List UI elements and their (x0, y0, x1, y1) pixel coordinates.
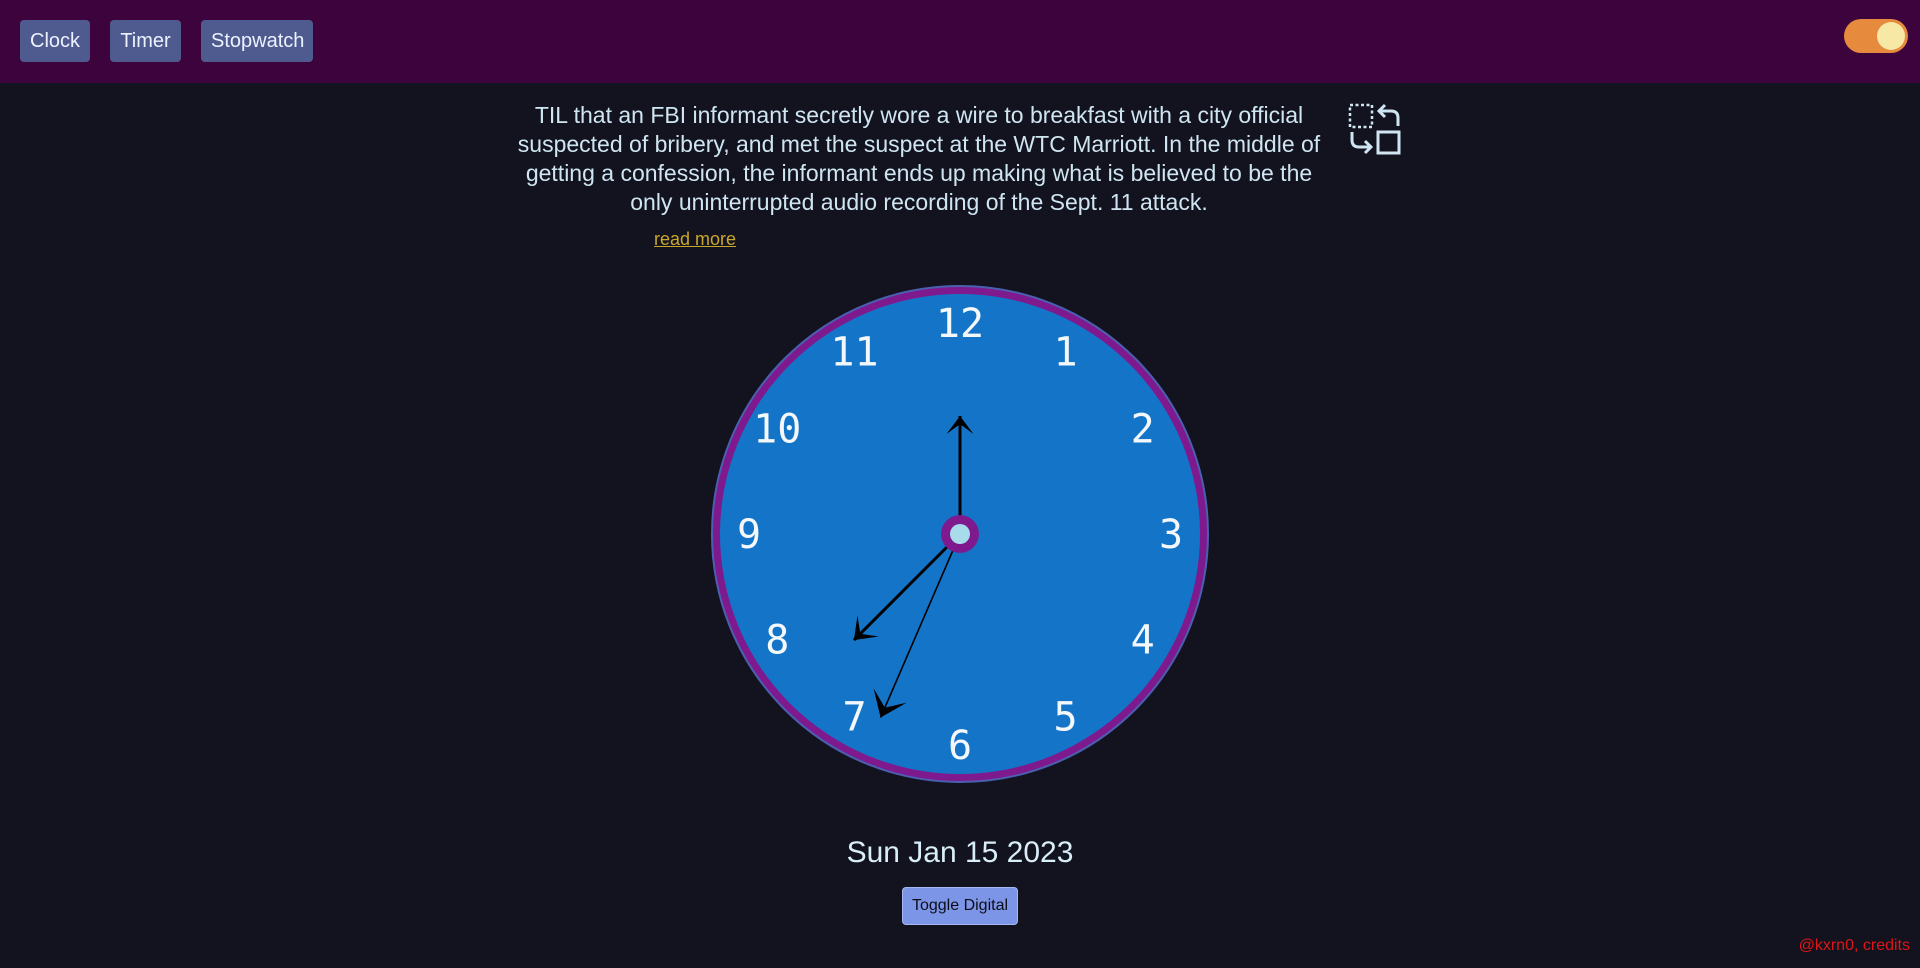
clock-center-dot (950, 524, 970, 544)
top-bar: Clock Timer Stopwatch (0, 0, 1920, 83)
clock-numeral-5: 5 (1053, 695, 1077, 741)
read-more-link[interactable]: read more (654, 229, 736, 250)
swap-layout-icon[interactable] (1348, 102, 1402, 156)
stopwatch-tab-button[interactable]: Stopwatch (201, 20, 313, 62)
clock-numeral-2: 2 (1131, 407, 1155, 453)
clock-numeral-8: 8 (765, 618, 789, 664)
clock-numeral-4: 4 (1131, 618, 1155, 664)
date-display: Sun Jan 15 2023 (846, 836, 1074, 869)
timer-tab-button[interactable]: Timer (110, 20, 181, 62)
clock-tab-button[interactable]: Clock (20, 20, 90, 62)
toggle-digital-button[interactable]: Toggle Digital (902, 887, 1018, 925)
clock-numeral-9: 9 (737, 512, 761, 558)
fact-text: TIL that an FBI informant secretly wore … (517, 102, 1321, 215)
clock-numeral-10: 10 (753, 407, 801, 453)
clock-numeral-6: 6 (948, 723, 972, 769)
analog-clock: 121234567891011 (711, 285, 1209, 783)
clock-numeral-12: 12 (936, 301, 984, 347)
clock-numeral-3: 3 (1159, 512, 1183, 558)
clock-numeral-1: 1 (1053, 329, 1077, 375)
clock-numeral-7: 7 (842, 695, 866, 741)
credits-text: @kxrn0, credits (1798, 937, 1910, 954)
clock-numeral-11: 11 (830, 329, 878, 375)
theme-toggle[interactable] (1844, 19, 1908, 53)
toggle-knob (1877, 22, 1905, 50)
